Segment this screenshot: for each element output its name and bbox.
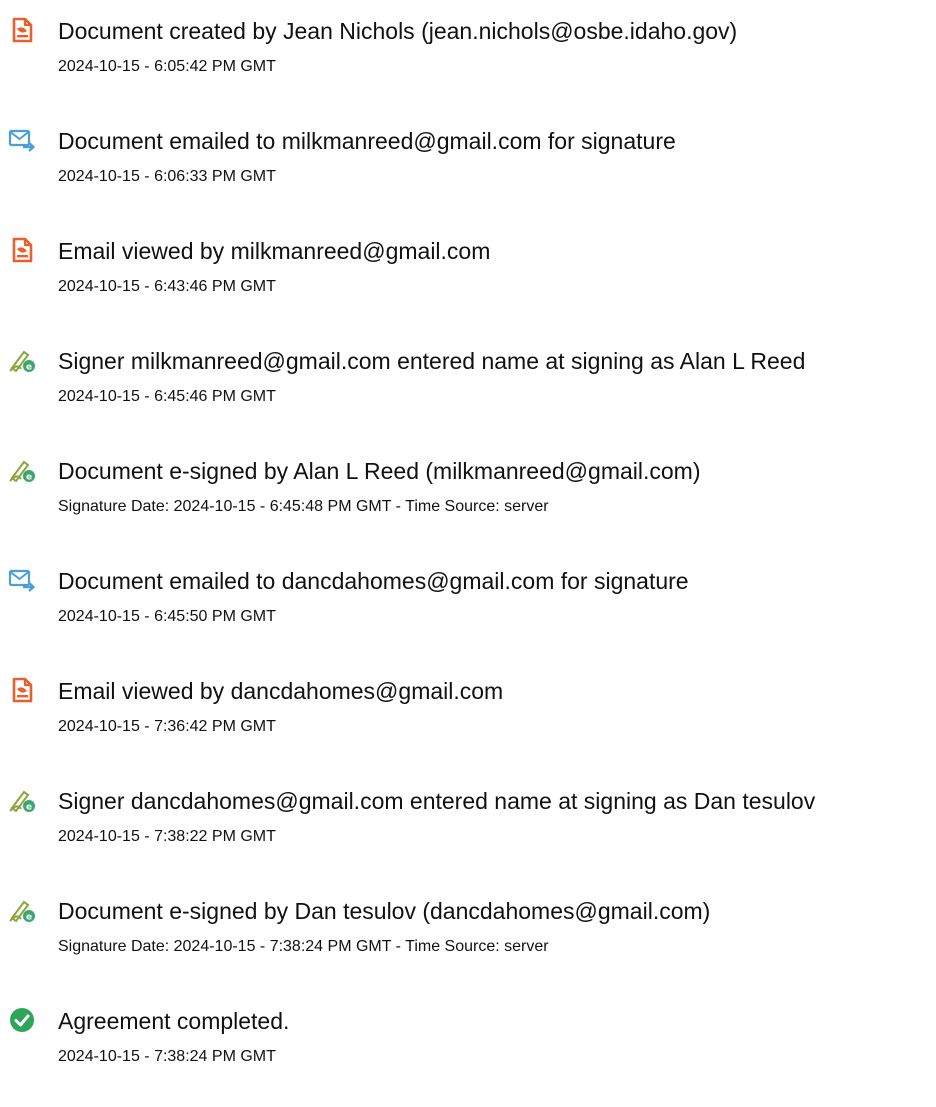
event-title: Document e-signed by Alan L Reed (milkma… <box>58 458 701 484</box>
event-timestamp: 2024-10-15 - 6:45:50 PM GMT <box>58 608 276 625</box>
e-sign-icon: e <box>8 786 36 814</box>
audit-event-e-signed: e Document e-signed by Alan L Reed (milk… <box>0 444 936 524</box>
event-timestamp: 2024-10-15 - 6:43:46 PM GMT <box>58 278 276 295</box>
e-sign-icon: e <box>8 896 36 924</box>
event-timestamp: 2024-10-15 - 7:36:42 PM GMT <box>58 718 276 735</box>
event-title: Document created by Jean Nichols (jean.n… <box>58 18 738 44</box>
event-title: Email viewed by dancdahomes@gmail.com <box>58 678 504 704</box>
document-icon <box>8 236 36 264</box>
event-title: Document e-signed by Dan tesulov (dancda… <box>58 898 711 924</box>
audit-event-email-sent: Document emailed to dancdahomes@gmail.co… <box>0 554 936 634</box>
svg-text:e: e <box>26 803 32 813</box>
audit-event-agreement-completed: Agreement completed. 2024-10-15 - 7:38:2… <box>0 994 936 1074</box>
svg-text:e: e <box>26 473 32 483</box>
event-signature-date: Signature Date: 2024-10-15 - 7:38:24 PM … <box>58 938 549 955</box>
event-timestamp: 2024-10-15 - 6:05:42 PM GMT <box>58 58 276 75</box>
event-signature-date: Signature Date: 2024-10-15 - 6:45:48 PM … <box>58 498 549 515</box>
event-title: Document emailed to dancdahomes@gmail.co… <box>58 568 689 594</box>
e-sign-icon: e <box>8 456 36 484</box>
email-sent-icon <box>8 566 36 594</box>
svg-text:e: e <box>26 913 32 923</box>
audit-event-name-entered: e Signer dancdahomes@gmail.com entered n… <box>0 774 936 854</box>
event-title: Agreement completed. <box>58 1008 290 1034</box>
event-title: Signer dancdahomes@gmail.com entered nam… <box>58 788 816 814</box>
document-icon <box>8 16 36 44</box>
email-sent-icon <box>8 126 36 154</box>
svg-text:e: e <box>26 363 32 373</box>
e-sign-icon: e <box>8 346 36 374</box>
event-timestamp: 2024-10-15 - 7:38:24 PM GMT <box>58 1048 276 1065</box>
event-timestamp: 2024-10-15 - 6:06:33 PM GMT <box>58 168 276 185</box>
event-title: Email viewed by milkmanreed@gmail.com <box>58 238 491 264</box>
event-timestamp: 2024-10-15 - 7:38:22 PM GMT <box>58 828 276 845</box>
event-title: Signer milkmanreed@gmail.com entered nam… <box>58 348 806 374</box>
audit-event-email-viewed: Email viewed by milkmanreed@gmail.com 20… <box>0 224 936 304</box>
event-timestamp: 2024-10-15 - 6:45:46 PM GMT <box>58 388 276 405</box>
document-icon <box>8 676 36 704</box>
checkmark-circle-icon <box>8 1006 36 1034</box>
audit-event-email-sent: Document emailed to milkmanreed@gmail.co… <box>0 114 936 194</box>
event-title: Document emailed to milkmanreed@gmail.co… <box>58 128 676 154</box>
audit-event-document-created: Document created by Jean Nichols (jean.n… <box>0 4 936 84</box>
audit-event-name-entered: e Signer milkmanreed@gmail.com entered n… <box>0 334 936 414</box>
audit-event-email-viewed: Email viewed by dancdahomes@gmail.com 20… <box>0 664 936 744</box>
audit-event-e-signed: e Document e-signed by Dan tesulov (danc… <box>0 884 936 964</box>
